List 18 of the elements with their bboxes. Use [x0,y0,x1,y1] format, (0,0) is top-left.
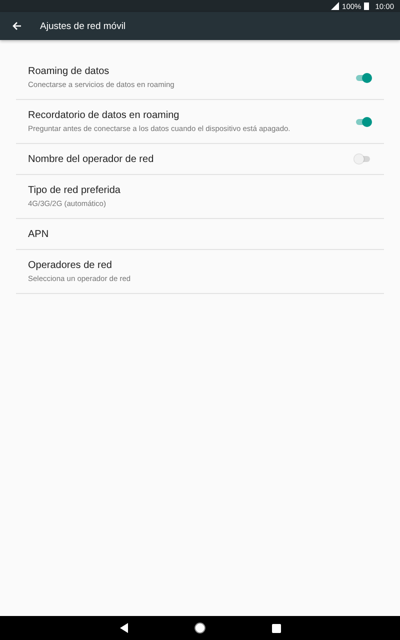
setting-title: Nombre del operador de red [28,154,155,164]
setting-title: Recordatorio de datos en roaming [28,110,180,121]
toggle-switch[interactable] [356,154,370,164]
setting-title: Tipo de red preferida [28,185,122,196]
setting-title: Roaming de datos [28,66,110,77]
recents-icon[interactable] [272,624,280,632]
settings-item[interactable]: Nombre del operador de red [16,144,384,175]
setting-title: APN [28,228,50,240]
setting-title: Operadores de red [28,260,113,271]
back-arrow-icon[interactable] [12,21,22,31]
signal-icon [331,2,340,10]
back-icon[interactable] [120,623,128,633]
battery-icon [364,2,370,10]
toolbar-title: Ajustes de red móvil [40,20,126,32]
toggle-switch[interactable] [356,116,370,126]
settings-item[interactable]: APN [16,219,384,250]
home-icon[interactable] [194,622,206,634]
toggle-switch[interactable] [356,72,370,82]
